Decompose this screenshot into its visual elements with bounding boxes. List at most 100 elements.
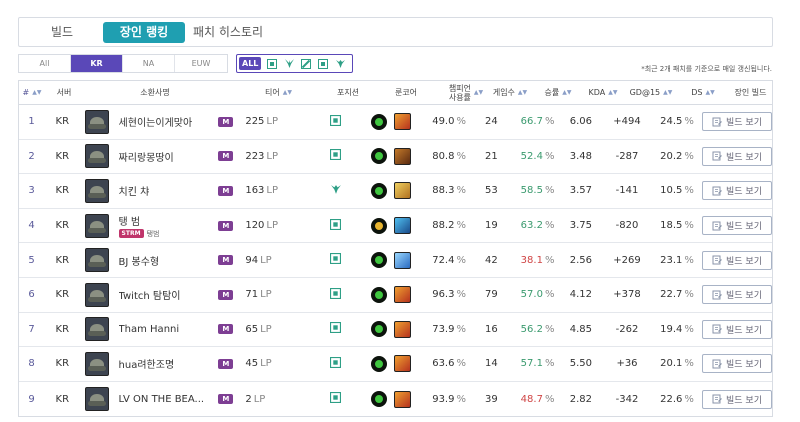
summoner-cell[interactable]: Tham Hanni (81, 313, 216, 347)
lp-value: 2 LP (245, 394, 265, 405)
percent-unit: % (684, 220, 694, 232)
kda: 2.56 (569, 254, 592, 266)
tier-cell: M 45 LP (215, 347, 319, 381)
region-kr[interactable]: KR (71, 55, 123, 72)
summoner-info: LV ON THE BEA... (119, 394, 205, 405)
percent-unit: % (684, 116, 694, 128)
view-build-button[interactable]: 빌드 보기 (702, 319, 772, 339)
view-build-label: 빌드 보기 (726, 222, 762, 233)
region-all[interactable]: All (19, 55, 71, 72)
view-build-button[interactable]: 빌드 보기 (702, 250, 772, 270)
col-tier[interactable]: 티어 ▲▼ (223, 81, 331, 104)
tab-master-ranking[interactable]: 장인 랭킹 (103, 22, 185, 43)
col-games[interactable]: 게임수 ▲▼ (485, 81, 535, 104)
gd15: -141 (615, 185, 639, 197)
summoner-cell[interactable]: 세현이는이게맞아 (81, 105, 216, 139)
pick-rate-value: 72.4 (432, 254, 455, 266)
rune-core-cell (352, 278, 431, 312)
bottom-icon[interactable] (317, 58, 329, 70)
tab-build[interactable]: 빌드 (51, 22, 73, 43)
server: KR (55, 116, 70, 128)
percent-unit: % (456, 150, 466, 162)
pick-rate: 93.9% (431, 382, 468, 417)
view-build-button[interactable]: 빌드 보기 (702, 112, 772, 132)
server: KR (55, 220, 70, 232)
tier-cell: M 71 LP (215, 278, 319, 312)
lp-unit: LP (260, 289, 272, 301)
col-rank[interactable]: # ▲▼ (19, 81, 45, 104)
support-icon[interactable] (334, 58, 346, 70)
document-edit-icon (712, 290, 722, 300)
rune-core-cell (352, 382, 431, 417)
summoner-cell[interactable]: 짜리랑몽땅이 (81, 140, 216, 174)
position-cell (319, 243, 352, 277)
position-all[interactable]: ALL (239, 57, 262, 70)
view-build-button[interactable]: 빌드 보기 (702, 354, 772, 374)
lp-number: 94 (245, 254, 259, 266)
summoner-cell[interactable]: hua려한조명 (81, 347, 216, 381)
col-kda[interactable]: KDA ▲▼ (581, 81, 625, 104)
summoner-name[interactable]: Twitch 탐탐이 (119, 287, 181, 302)
view-build-button[interactable]: 빌드 보기 (702, 389, 772, 409)
view-build-button[interactable]: 빌드 보기 (702, 216, 772, 236)
col-ds-label: DS (691, 88, 703, 97)
table-row: 7 KR Tham Hanni M 65 LP 73.9% 16 56.2% 4.… (19, 313, 772, 348)
percent-unit: % (456, 323, 466, 335)
build-cell: 빌드 보기 (702, 278, 772, 312)
region-na[interactable]: NA (123, 55, 175, 72)
lp-value: 163 LP (245, 185, 278, 196)
ds: 22.6% (652, 382, 702, 417)
col-gd15[interactable]: GD@15 ▲▼ (625, 81, 677, 104)
view-build-label: 빌드 보기 (726, 256, 762, 267)
champion-avatar (84, 213, 109, 238)
view-build-button[interactable]: 빌드 보기 (702, 181, 772, 201)
col-pick-rate[interactable]: 챔피언 사용률 ▲▼ (447, 81, 485, 104)
position-filter: ALL (236, 54, 353, 73)
position-cell (319, 140, 352, 174)
gd15: -342 (615, 393, 639, 405)
gd15: -820 (615, 220, 639, 232)
summoner-name[interactable]: Tham Hanni (119, 324, 180, 335)
ds: 22.7% (652, 278, 702, 312)
keystone-rune-icon (371, 391, 388, 408)
summoner-name[interactable]: 치킨 챠 (119, 183, 150, 198)
summoner-cell[interactable]: LV ON THE BEA... (81, 382, 216, 417)
col-winrate-label: 승률 (544, 88, 560, 97)
pick-rate-value: 96.3 (432, 289, 455, 301)
mid-icon[interactable] (300, 58, 312, 70)
col-gd15-label: GD@15 (629, 88, 661, 97)
col-pick-rate-l1: 챔피언 (448, 83, 471, 93)
champion-avatar (84, 317, 109, 342)
winrate: 48.7% (515, 382, 559, 417)
ds-value: 24.5 (660, 116, 683, 128)
position-cell (319, 105, 352, 139)
keystone-rune-icon (371, 182, 388, 199)
keystone-rune-icon (371, 286, 388, 303)
summoner-name[interactable]: LV ON THE BEA... (119, 394, 205, 405)
view-build-button[interactable]: 빌드 보기 (702, 146, 772, 166)
summoner-cell[interactable]: Twitch 탐탐이 (81, 278, 216, 312)
lp-value: 223 LP (245, 151, 278, 162)
top-icon[interactable] (266, 58, 278, 70)
region-euw[interactable]: EUW (175, 55, 227, 72)
summoner-cell[interactable]: 치킨 챠 (81, 174, 216, 208)
tab-patch-history[interactable]: 패치 히스토리 (193, 22, 263, 43)
position-cell (319, 174, 352, 208)
document-edit-icon (712, 117, 722, 127)
col-winrate[interactable]: 승률 ▲▼ (535, 81, 581, 104)
jungle-icon[interactable] (283, 58, 295, 70)
summoner-cell[interactable]: BJ 봉수형 (81, 243, 216, 277)
summoner-name[interactable]: 탱 범 (119, 213, 160, 228)
summoner-cell[interactable]: 탱 범 STRM 탱범 (81, 209, 216, 243)
percent-unit: % (456, 254, 466, 266)
summoner-name[interactable]: 세현이는이게맞아 (119, 114, 193, 129)
ds: 10.5% (652, 174, 702, 208)
table-row: 1 KR 세현이는이게맞아 M 225 LP 49.0% 24 66.7% 6.0… (19, 105, 772, 140)
view-build-button[interactable]: 빌드 보기 (702, 285, 772, 305)
tier-badge: M (218, 289, 234, 300)
col-ds[interactable]: DS ▲▼ (677, 81, 729, 104)
summoner-name[interactable]: BJ 봉수형 (119, 253, 160, 268)
summoner-name[interactable]: hua려한조명 (119, 356, 175, 371)
summoner-name[interactable]: 짜리랑몽땅이 (119, 149, 174, 164)
document-edit-icon (712, 151, 722, 161)
